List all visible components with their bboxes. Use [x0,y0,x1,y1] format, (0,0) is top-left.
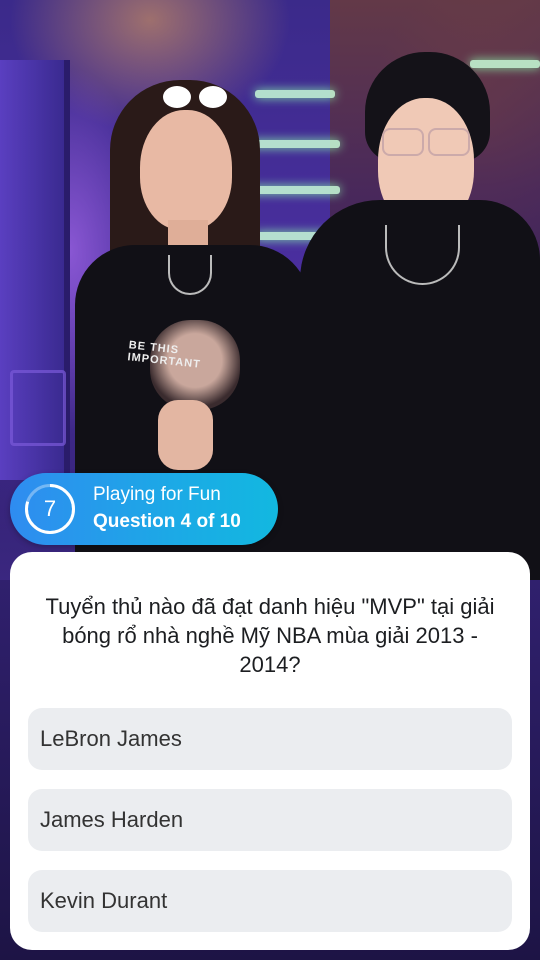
neon-light [250,186,340,194]
answer-option-3[interactable]: Kevin Durant [28,870,512,932]
neon-light [470,60,540,68]
neon-light [255,90,335,98]
neon-light [250,140,340,148]
hair-bow [163,84,227,110]
answer-option-2[interactable]: James Harden [28,789,512,851]
question-progress: Question 4 of 10 [93,511,241,532]
timer-ring-icon [25,484,75,534]
game-status-pill: 7 Playing for Fun Question 4 of 10 [10,473,278,545]
question-text: Tuyển thủ nào đã đạt danh hiệu "MVP" tại… [45,594,495,677]
countdown-timer: 7 [25,484,75,534]
answer-option-1[interactable]: LeBron James [28,708,512,770]
question-card: Tuyển thủ nào đã đạt danh hiệu "MVP" tại… [10,552,530,950]
play-mode-label: Playing for Fun [93,484,221,505]
glasses [380,128,472,156]
set-panel-left [0,60,70,480]
live-video-background: BE THIS IMPORTANT 7 Playing for Fun Ques… [0,0,540,960]
